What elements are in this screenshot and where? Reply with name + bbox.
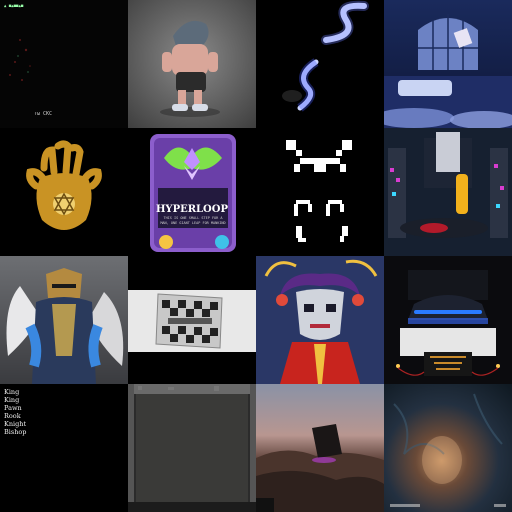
cyber-stage-art <box>384 128 512 256</box>
tile-dark-frame[interactable] <box>128 384 256 512</box>
tile-chess-pieces-list[interactable]: King King Pawn Rook Knight Bishop <box>0 384 128 512</box>
dark-particles-art <box>9 39 31 81</box>
dark-particles-caption-top: ▲ ■▲■■▲■ <box>4 3 24 8</box>
tile-neon-car-showroom[interactable] <box>384 256 512 384</box>
pixel-jester-art <box>264 259 378 384</box>
tile-cyber-stage[interactable] <box>384 128 512 256</box>
desert-monolith-art <box>256 424 384 512</box>
chrome-card-art <box>128 290 256 352</box>
hyperloop-card-frame <box>150 134 236 252</box>
tile-pixel-glyphs[interactable] <box>256 128 384 256</box>
winged-warrior-art <box>6 268 124 384</box>
chess-pieces-list: King King Pawn Rook Knight Bishop <box>4 388 26 436</box>
hamsa-art <box>26 140 102 230</box>
chess-piece-item: King <box>4 388 20 396</box>
neon-swirl-art <box>282 0 369 112</box>
tile-underwater-glow[interactable] <box>384 384 512 512</box>
tile-neon-swirl[interactable] <box>256 0 384 128</box>
underwater-glow-art <box>390 393 506 507</box>
chess-piece-item: Bishop <box>4 428 27 436</box>
tile-chrome-checkered-card[interactable] <box>128 256 256 384</box>
tile-dark-particles[interactable]: ▲ ■▲■■▲■ ↑ω CKC <box>0 0 128 128</box>
chess-piece-item: Rook <box>4 412 21 420</box>
tile-hyperloop-card[interactable]: HYPERLOOP THIS IS ONE SMALL STEP FOR A M… <box>128 128 256 256</box>
tile-pixel-jester[interactable] <box>256 256 384 384</box>
chess-piece-item: Pawn <box>4 404 22 412</box>
neon-car-art <box>396 270 500 376</box>
nft-gallery-grid: ▲ ■▲■■▲■ ↑ω CKC HYPERLOOP THIS IS ONE SM… <box>0 0 512 512</box>
tile-night-bedroom[interactable] <box>384 0 512 128</box>
wolf-character-art <box>160 20 220 117</box>
chess-piece-item: King <box>4 396 20 404</box>
hyperloop-card-title: HYPERLOOP <box>155 204 228 215</box>
dark-frame-art <box>128 384 256 512</box>
dark-particles-caption-bottom: ↑ω CKC <box>34 111 53 117</box>
chess-piece-item: Knight <box>4 420 27 428</box>
tile-desert-monolith[interactable] <box>256 384 384 512</box>
tile-golden-hamsa-hand[interactable] <box>0 128 128 256</box>
pixel-glyphs-art <box>286 140 352 242</box>
tile-winged-warrior[interactable] <box>0 256 128 384</box>
tile-3d-wolf-character[interactable] <box>128 0 256 128</box>
hyperloop-card-flavor: THIS IS ONE SMALL STEP FOR A MAN, ONE GI… <box>160 216 226 225</box>
night-bedroom-art <box>384 14 512 128</box>
